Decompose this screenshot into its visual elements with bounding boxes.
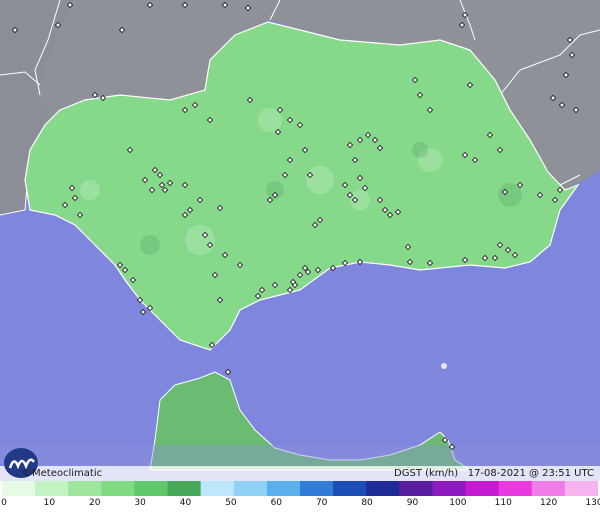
scale-swatch [465,481,500,496]
scale-tick-label: 60 [270,498,283,508]
scale-swatch [432,481,467,496]
scale-tick-label: 0 [1,498,7,508]
alboran-island [441,363,447,369]
scale-tick-label: 10 [43,498,56,508]
south-sea-strip [0,445,600,467]
scale-tick-label: 70 [315,498,328,508]
scale-swatch [233,481,268,496]
map-meta: DGST (km/h) 17-08-2021 @ 23:51 UTC [394,466,594,481]
scale-swatch [134,481,169,496]
scale-swatch [35,481,69,496]
scale-tick-label: 80 [361,498,373,508]
scale-swatch [101,481,135,496]
scale-swatch [167,481,202,496]
brand-label: ©Meteoclimatic [22,468,103,479]
scale-swatch [2,481,36,496]
scale-swatch [266,481,301,496]
scale-tick-label: 130 [585,498,600,508]
timestamp-label: 17-08-2021 @ 23:51 UTC [467,468,594,479]
scale-swatch [68,481,102,496]
scale-swatch [333,481,367,496]
scale-tick-label: 120 [540,498,558,508]
scale-tick-label: 30 [134,498,146,508]
color-scale: 0 10 20 30 40 50 60 70 80 90 100 110 120 130 [0,481,600,517]
scale-swatch [200,481,235,496]
scale-tick-label: 20 [89,498,101,508]
scale-tick-label: 100 [449,498,467,508]
scale-tick-label: 110 [494,498,512,508]
scale-swatch [300,481,334,496]
variable-label: DGST (km/h) [394,468,459,479]
color-scale-bar [2,481,598,496]
scale-swatch [564,481,598,496]
scale-swatch [498,481,533,496]
scale-tick-label: 40 [179,498,192,508]
wind-gust-map [0,0,600,517]
scale-tick-label: 90 [406,498,419,508]
scale-tick-label: 50 [225,498,237,508]
scale-swatch [531,481,566,496]
scale-swatch [366,481,400,496]
scale-swatch [399,481,433,496]
